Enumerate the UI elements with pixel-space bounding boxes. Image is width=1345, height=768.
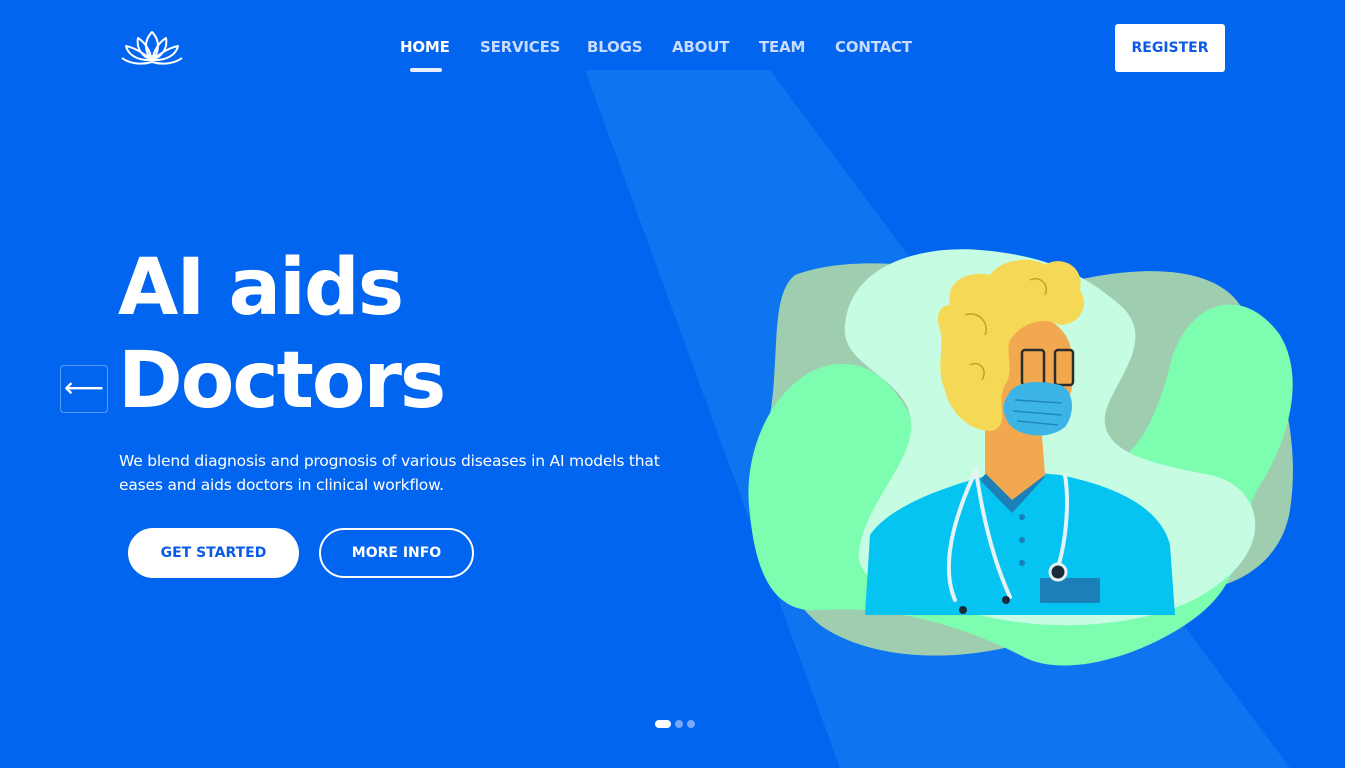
register-button[interactable]: REGISTER [1115, 24, 1225, 72]
nav-team[interactable]: TEAM [759, 38, 805, 56]
lotus-logo-icon[interactable] [118, 24, 186, 68]
get-started-button[interactable]: GET STARTED [128, 528, 299, 578]
carousel-prev-button[interactable]: ⟵ [60, 365, 108, 413]
nav-home[interactable]: HOME [400, 38, 450, 56]
nav-contact[interactable]: CONTACT [835, 38, 912, 56]
carousel-dot-3[interactable] [687, 720, 695, 728]
active-nav-underline [410, 68, 442, 72]
carousel-dot-2[interactable] [675, 720, 683, 728]
nav-blogs[interactable]: BLOGS [587, 38, 643, 56]
hero-description: We blend diagnosis and prognosis of vari… [119, 452, 660, 494]
hero-title: AI aids Doctors [118, 242, 446, 428]
hero-title-line-2: Doctors [118, 336, 446, 426]
nav-about[interactable]: ABOUT [672, 38, 729, 56]
site-header: HOME SERVICES BLOGS ABOUT TEAM CONTACT R… [0, 0, 1345, 96]
more-info-button[interactable]: MORE INFO [319, 528, 474, 578]
hero-title-line-1: AI aids [118, 243, 404, 333]
nav-services[interactable]: SERVICES [480, 38, 560, 56]
doctor-illustration [748, 249, 1293, 666]
arrow-left-icon: ⟵ [63, 371, 105, 404]
carousel-dot-1[interactable] [655, 720, 671, 728]
